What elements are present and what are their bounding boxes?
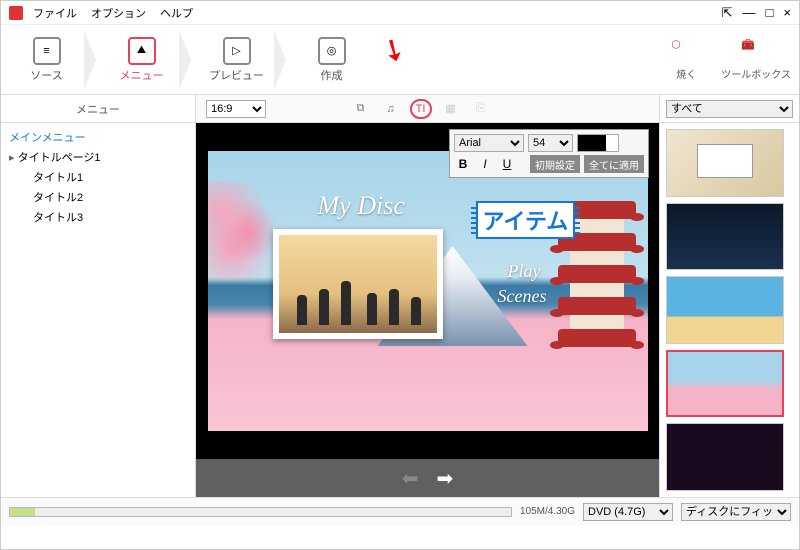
chapter-tool-icon[interactable]: ▦ [440, 99, 462, 119]
template-list [660, 123, 799, 497]
tree-title2[interactable]: タイトル2 [3, 187, 193, 207]
fit-select[interactable]: ディスクにフィット [681, 503, 791, 521]
sidebar-header: メニュー [1, 95, 195, 123]
italic-button[interactable]: I [476, 155, 494, 173]
document-icon: ≡ [33, 37, 61, 65]
sidebar: メニュー メインメニュー タイトルページ1 タイトル1 タイトル2 タイトル3 [1, 95, 196, 497]
image-tool-icon[interactable]: ⧉ [350, 99, 372, 119]
disc-title[interactable]: My Disc [318, 191, 405, 221]
template-item[interactable] [666, 423, 784, 491]
toolbox-icon: 🧰 [741, 38, 771, 64]
step-source[interactable]: ≡ ソース [9, 37, 84, 83]
underline-button[interactable]: U [498, 155, 516, 173]
menu-canvas[interactable]: My Disc Play Scenes アイテム [208, 151, 648, 431]
disc-icon: ◎ [318, 37, 346, 65]
tree-titlepage[interactable]: タイトルページ1 [3, 147, 193, 167]
template-item[interactable] [666, 276, 784, 344]
font-select[interactable]: Arial [454, 134, 524, 152]
menu-tree: メインメニュー タイトルページ1 タイトル1 タイトル2 タイトル3 [1, 123, 195, 231]
template-item[interactable] [666, 350, 784, 418]
menu-option[interactable]: オプション [91, 5, 146, 21]
chevron-icon [274, 30, 294, 90]
toolbar: ≡ ソース ⛰ メニュー ▷ プレビュー ◎ 作成 ➘ ⬡ 焼く 🧰 ツールボッ… [1, 25, 799, 95]
music-tool-icon[interactable]: ♫ [380, 99, 402, 119]
tree-mainmenu[interactable]: メインメニュー [3, 127, 193, 147]
text-format-panel: Arial 54 B I U 初期設定 全てに適用 [449, 129, 649, 178]
toolbox-button[interactable]: 🧰 ツールボックス [721, 38, 791, 81]
aspect-select[interactable]: 16:9 [206, 100, 266, 118]
disc-type-select[interactable]: DVD (4.7G) [583, 503, 673, 521]
main: メニュー メインメニュー タイトルページ1 タイトル1 タイトル2 タイトル3 … [1, 95, 799, 497]
play-label[interactable]: Play [508, 261, 541, 282]
filter-select[interactable]: すべて [666, 100, 793, 118]
close-icon[interactable]: × [783, 5, 791, 21]
item-textbox[interactable]: アイテム [476, 201, 576, 239]
fontsize-select[interactable]: 54 [528, 134, 573, 152]
minimize-icon[interactable]: — [743, 5, 756, 21]
template-tool-icon[interactable]: ⎘ [470, 99, 492, 119]
window-buttons: ⇱ — □ × [722, 5, 791, 21]
pin-icon[interactable]: ⇱ [722, 5, 733, 21]
menubar: ファイル オプション ヘルプ [33, 5, 722, 21]
titlebar: ファイル オプション ヘルプ ⇱ — □ × [1, 1, 799, 25]
scenes-label[interactable]: Scenes [498, 286, 547, 307]
template-filter: すべて [660, 95, 799, 123]
image-icon: ⛰ [128, 37, 156, 65]
step-preview[interactable]: ▷ プレビュー [199, 37, 274, 83]
prev-page-icon[interactable]: ⬅ [402, 466, 419, 491]
callout-arrow-icon: ➘ [374, 29, 413, 72]
page-nav: ⬅ ➡ [196, 459, 659, 497]
size-progress [9, 507, 512, 517]
chevron-icon [179, 30, 199, 90]
template-panel: すべて [659, 95, 799, 497]
box-icon: ⬡ [671, 38, 701, 64]
canvas-toolbar: 16:9 ⧉ ♫ TI ▦ ⎘ [196, 95, 659, 123]
statusbar: 105M/4.30G DVD (4.7G) ディスクにフィット [1, 497, 799, 525]
template-item[interactable] [666, 203, 784, 271]
template-item[interactable] [666, 129, 784, 197]
tree-title1[interactable]: タイトル1 [3, 167, 193, 187]
size-text: 105M/4.30G [520, 506, 575, 517]
play-icon: ▷ [223, 37, 251, 65]
applyall-button[interactable]: 全てに適用 [584, 155, 644, 173]
chevron-icon [84, 30, 104, 90]
bold-button[interactable]: B [454, 155, 472, 173]
blossom-graphic [208, 181, 278, 281]
center: 16:9 ⧉ ♫ TI ▦ ⎘ Arial 54 B I U 初期設定 [196, 95, 659, 497]
video-thumbnail[interactable] [273, 229, 443, 339]
tree-title3[interactable]: タイトル3 [3, 207, 193, 227]
stage: Arial 54 B I U 初期設定 全てに適用 [196, 123, 659, 459]
step-menu[interactable]: ⛰ メニュー [104, 37, 179, 83]
app-icon [9, 6, 23, 20]
color-picker[interactable] [577, 134, 619, 152]
burn-button[interactable]: ⬡ 焼く [671, 38, 701, 81]
menu-file[interactable]: ファイル [33, 5, 77, 21]
text-tool-icon[interactable]: TI [410, 99, 432, 119]
step-create[interactable]: ◎ 作成 [294, 37, 369, 83]
next-page-icon[interactable]: ➡ [437, 466, 454, 491]
reset-button[interactable]: 初期設定 [530, 155, 580, 173]
maximize-icon[interactable]: □ [766, 5, 774, 21]
menu-help[interactable]: ヘルプ [160, 5, 193, 21]
